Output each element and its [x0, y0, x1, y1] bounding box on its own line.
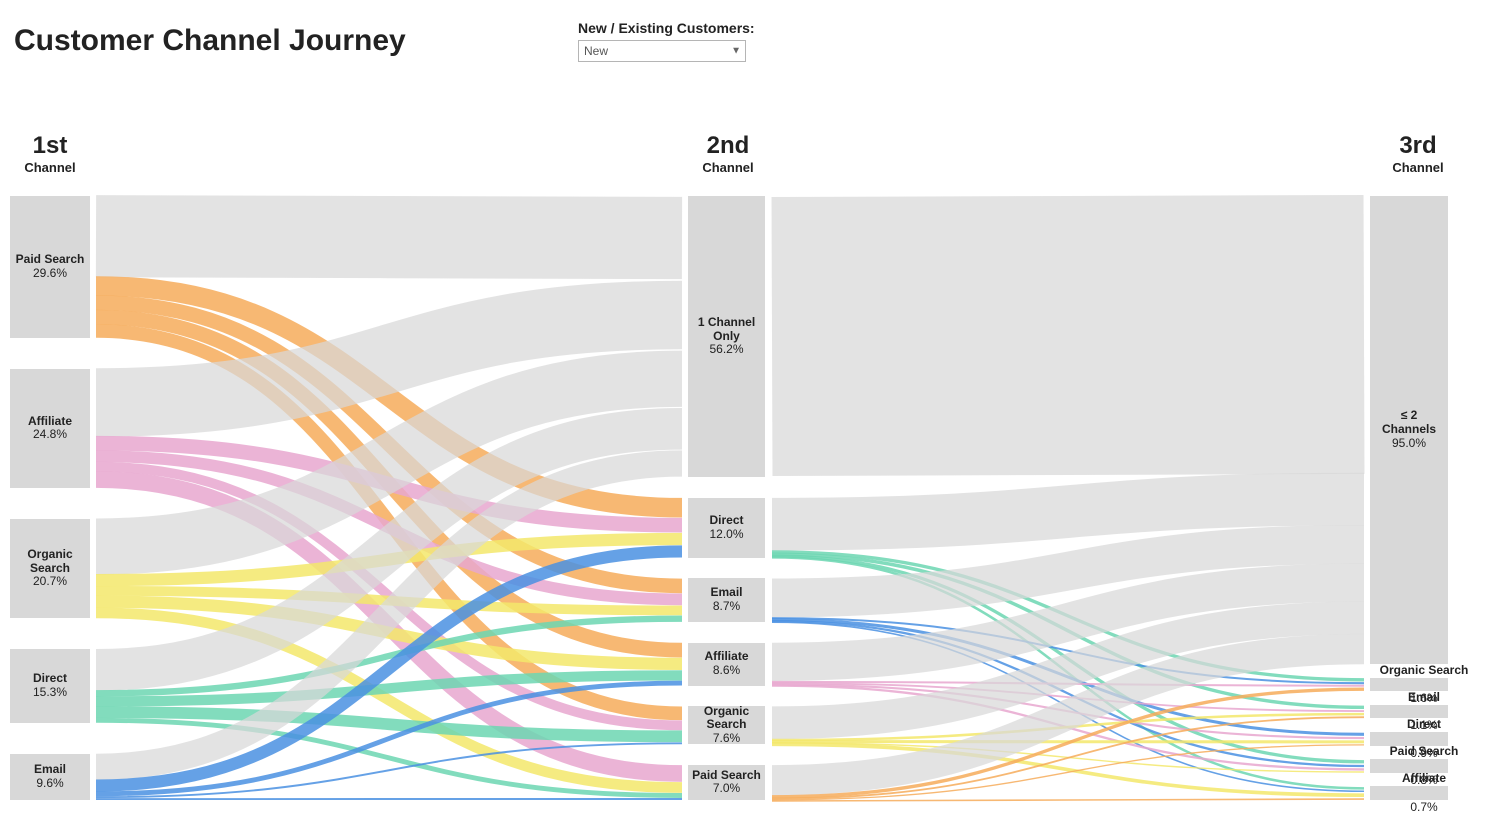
sankey-node[interactable]: Affiliate8.6%: [688, 643, 765, 686]
filter-label: New / Existing Customers:: [578, 20, 755, 36]
sankey-link: [96, 315, 682, 403]
sankey-link: [772, 683, 1364, 711]
sankey-node[interactable]: 1 Channel Only56.2%: [688, 196, 765, 477]
sankey-node[interactable]: Paid Search7.0%: [688, 765, 765, 800]
sankey-link: [772, 745, 1364, 800]
sankey-link: [772, 714, 1364, 740]
sankey-link: [96, 303, 682, 586]
sankey-link: [96, 539, 682, 580]
sankey-link: [772, 686, 1364, 770]
sankey-link: [96, 613, 682, 788]
sankey-link: [772, 621, 1364, 766]
sankey-link: [772, 557, 1364, 788]
sankey-link: [96, 467, 682, 726]
sankey-node-label: Paid Search: [1370, 745, 1478, 759]
sankey-link: [96, 602, 682, 664]
customer-type-value: New: [584, 44, 608, 58]
sankey-link: [772, 620, 1364, 735]
sankey-node[interactable]: Email9.6%: [10, 754, 90, 800]
sankey-link: [96, 464, 682, 767]
sankey-node[interactable]: [1370, 786, 1448, 800]
sankey-link: [96, 443, 682, 525]
sankey-link: [772, 743, 1364, 772]
sankey-link: [96, 331, 682, 713]
sankey-link: [96, 675, 682, 701]
customer-type-select[interactable]: New ▼: [578, 40, 746, 62]
stage1-header: 1stChannel: [10, 134, 90, 175]
sankey-link: [96, 317, 682, 650]
sankey-link: [96, 591, 682, 611]
chevron-down-icon: ▼: [731, 46, 741, 57]
sankey-link: [772, 684, 1364, 738]
sankey-link: [96, 480, 682, 774]
sankey-link: [772, 799, 1364, 801]
sankey-link: [96, 456, 682, 599]
sankey-node-label: Email: [1370, 691, 1478, 705]
sankey-link: [96, 551, 682, 785]
sankey-link: [96, 712, 682, 736]
sankey-link: [96, 236, 682, 238]
stage2-header: 2ndChannel: [688, 134, 768, 175]
sankey-link: [96, 743, 682, 797]
sankey-node[interactable]: Affiliate24.8%: [10, 369, 90, 488]
sankey-node-pct: 0.7%: [1370, 801, 1478, 815]
sankey-node-label: Affiliate: [1370, 772, 1478, 786]
sankey-node[interactable]: Direct12.0%: [688, 498, 765, 558]
sankey-link: [772, 334, 1364, 336]
sankey-link: [96, 619, 682, 694]
sankey-link: [772, 649, 1364, 780]
sankey-link: [772, 554, 1364, 707]
sankey-link: [772, 583, 1364, 662]
sankey-link: [772, 556, 1364, 762]
sankey-link: [772, 689, 1364, 797]
sankey-link: [772, 682, 1364, 686]
sankey-link: [96, 286, 682, 508]
sankey-link: [772, 717, 1364, 798]
sankey-node-label: Direct: [1370, 718, 1478, 732]
sankey-link: [772, 744, 1364, 795]
sankey-link: [772, 622, 1364, 791]
sankey-link: [96, 379, 682, 547]
sankey-node[interactable]: Organic Search7.6%: [688, 706, 765, 744]
sankey-link: [96, 683, 682, 794]
sankey-node[interactable]: Paid Search29.6%: [10, 196, 90, 338]
sankey-node-label: Organic Search: [1370, 664, 1478, 678]
page-title: Customer Channel Journey: [14, 24, 406, 58]
sankey-link: [772, 544, 1364, 598]
sankey-link: [772, 499, 1364, 524]
sankey-link: [772, 618, 1364, 683]
sankey-node[interactable]: ≤ 2 Channels95.0%: [1370, 196, 1448, 664]
sankey-link: [772, 618, 1364, 723]
sankey-link: [96, 429, 682, 670]
stage3-header: 3rdChannel: [1378, 134, 1458, 175]
sankey-node[interactable]: Organic Search20.7%: [10, 519, 90, 618]
sankey-node[interactable]: Email8.7%: [688, 578, 765, 622]
sankey-link: [772, 552, 1364, 680]
sankey-link: [96, 720, 682, 795]
sankey-node[interactable]: Direct15.3%: [10, 649, 90, 722]
